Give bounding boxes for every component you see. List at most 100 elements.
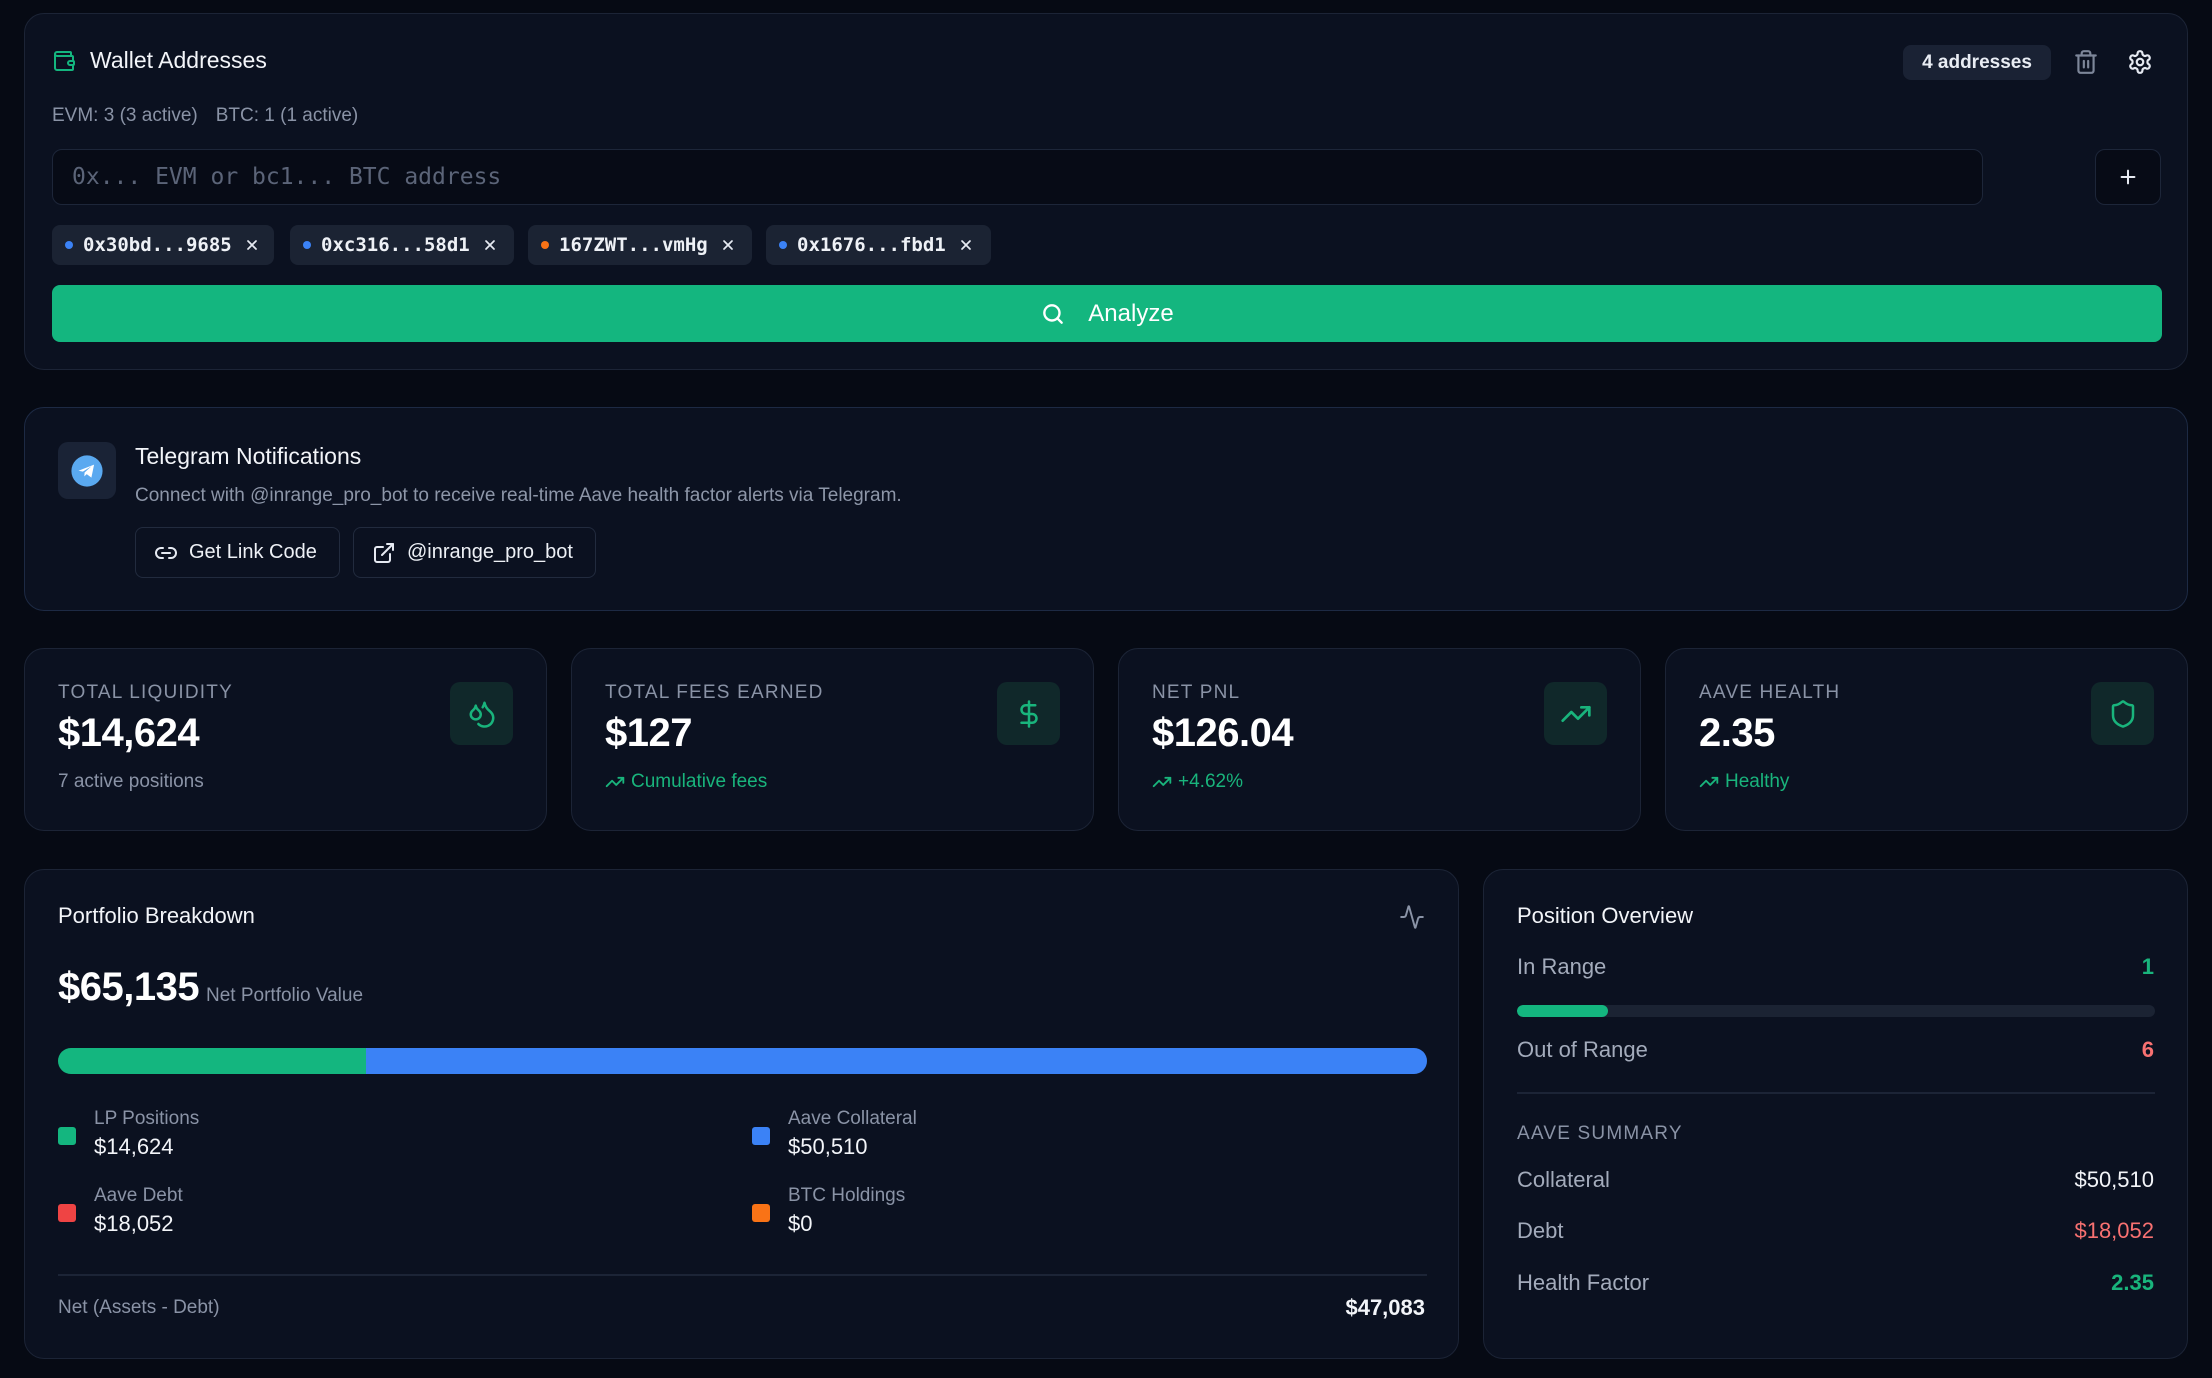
telegram-icon-box (58, 442, 116, 499)
plus-icon (2120, 169, 2136, 185)
out-of-range-label: Out of Range (1517, 1037, 1648, 1062)
stat-subtext: 7 active positions (58, 771, 204, 792)
portfolio-title: Portfolio Breakdown (58, 903, 255, 928)
health-factor-label: Health Factor (1517, 1270, 1650, 1295)
net-assets-debt-label: Net (Assets - Debt) (58, 1297, 220, 1318)
trending-up-icon (1699, 776, 1719, 788)
open-bot-button[interactable]: @inrange_pro_bot (353, 527, 596, 578)
activity-icon[interactable] (1399, 904, 1425, 930)
get-link-code-label: Get Link Code (189, 541, 317, 563)
chain-dot (541, 241, 549, 249)
health-factor-value: 2.35 (2111, 1270, 2154, 1295)
telegram-card (24, 407, 2188, 611)
legend-label: BTC Holdings (788, 1185, 906, 1206)
stat-label: TOTAL FEES EARNED (605, 682, 824, 703)
remove-address-icon[interactable] (482, 237, 498, 253)
legend-swatch (58, 1127, 76, 1145)
net-portfolio-label: Net Portfolio Value (206, 985, 364, 1006)
evm-summary: EVM: 3 (3 active) (52, 105, 198, 126)
trending-up-icon (605, 776, 625, 788)
wallet-icon (52, 49, 76, 73)
link-icon (155, 546, 177, 559)
address-chip[interactable]: 0x1676...fbd1 (766, 225, 991, 265)
chain-dot (779, 241, 787, 249)
legend-value: $14,624 (94, 1134, 174, 1159)
legend-label: Aave Debt (94, 1185, 183, 1206)
legend-swatch (58, 1204, 76, 1222)
remove-address-icon[interactable] (958, 237, 974, 253)
debt-label: Debt (1517, 1218, 1564, 1243)
legend-value: $18,052 (94, 1211, 174, 1236)
stat-card-net-pnl: NET PNL $126.04 +4.62% (1118, 648, 1641, 831)
telegram-description: Connect with @inrange_pro_bot to receive… (135, 485, 902, 506)
get-link-code-button[interactable]: Get Link Code (135, 527, 340, 578)
telegram-title: Telegram Notifications (135, 443, 362, 469)
btc-summary: BTC: 1 (1 active) (215, 105, 359, 126)
shield-icon (2091, 682, 2154, 745)
portfolio-bar (58, 1048, 1427, 1074)
aave-summary-heading: AAVE SUMMARY (1517, 1123, 1683, 1144)
address-input[interactable] (52, 149, 1983, 205)
in-range-label: In Range (1517, 954, 1607, 979)
wallet-title: Wallet Addresses (90, 47, 267, 73)
stat-card-total-fees: TOTAL FEES EARNED $127 Cumulative fees (571, 648, 1094, 831)
debt-value: $18,052 (2074, 1218, 2154, 1243)
portfolio-bar-segment-collateral (366, 1048, 1427, 1074)
portfolio-breakdown-card: Portfolio Breakdown $65,135 Net Portfoli… (24, 869, 1459, 1359)
address-chip-label: 0x30bd...9685 (83, 234, 232, 256)
position-overview-title: Position Overview (1517, 903, 1694, 928)
trending-up-icon (1544, 682, 1607, 745)
legend-swatch (752, 1204, 770, 1222)
stat-card-total-liquidity: TOTAL LIQUIDITY $14,624 7 active positio… (24, 648, 547, 831)
stat-value: $127 (605, 711, 692, 755)
divider (58, 1274, 1427, 1276)
legend-label: Aave Collateral (788, 1108, 917, 1129)
remove-address-icon[interactable] (244, 237, 260, 253)
address-chip[interactable]: 167ZWT...vmHg (528, 225, 752, 265)
net-portfolio-value: $65,135 (58, 965, 200, 1009)
address-chip-label: 0x1676...fbd1 (797, 234, 946, 256)
legend-swatch (752, 1127, 770, 1145)
address-chip[interactable]: 0xc316...58d1 (290, 225, 514, 265)
analyze-label: Analyze (1088, 299, 1174, 327)
address-chip-label: 167ZWT...vmHg (559, 234, 708, 256)
divider (1517, 1092, 2155, 1094)
position-overview-card: Position Overview In Range 1 Out of Rang… (1483, 869, 2188, 1359)
in-range-value: 1 (2141, 954, 2154, 979)
bot-handle-label: @inrange_pro_bot (407, 541, 573, 563)
droplets-icon (450, 682, 513, 745)
in-range-progress (1517, 1005, 2155, 1017)
stat-card-aave-health: AAVE HEALTH 2.35 Healthy (1665, 648, 2188, 831)
in-range-progress-fill (1517, 1005, 1609, 1017)
legend-value: $0 (788, 1211, 813, 1236)
stat-label: NET PNL (1152, 682, 1241, 703)
stat-subtext: +4.62% (1152, 771, 1243, 793)
analyze-button[interactable]: Analyze (52, 285, 2162, 342)
add-address-button[interactable] (2095, 149, 2161, 205)
wallet-summary: EVM: 3 (3 active) BTC: 1 (1 active) (52, 105, 376, 127)
trending-up-icon (1152, 776, 1172, 788)
address-count-badge: 4 addresses (1903, 45, 2051, 80)
stat-value: $126.04 (1152, 711, 1294, 755)
stat-label: TOTAL LIQUIDITY (58, 682, 233, 703)
address-chip-label: 0xc316...58d1 (321, 234, 470, 256)
address-chip[interactable]: 0x30bd...9685 (52, 225, 274, 265)
settings-gear-icon[interactable] (2127, 49, 2153, 75)
legend-value: $50,510 (788, 1134, 868, 1159)
external-link-icon (374, 542, 394, 563)
search-icon (1043, 303, 1064, 324)
stat-value: 2.35 (1699, 711, 1775, 755)
chain-dot (65, 241, 73, 249)
out-of-range-value: 6 (2141, 1037, 2154, 1062)
telegram-icon (71, 454, 103, 487)
trash-icon[interactable] (2073, 49, 2099, 75)
collateral-label: Collateral (1517, 1167, 1610, 1192)
stat-subtext: Cumulative fees (605, 771, 767, 793)
legend-label: LP Positions (94, 1108, 200, 1129)
collateral-value: $50,510 (2074, 1167, 2154, 1192)
dollar-icon (997, 682, 1060, 745)
portfolio-bar-segment-lp (58, 1048, 367, 1074)
remove-address-icon[interactable] (720, 237, 736, 253)
stat-label: AAVE HEALTH (1699, 682, 1841, 703)
chain-dot (303, 241, 311, 249)
